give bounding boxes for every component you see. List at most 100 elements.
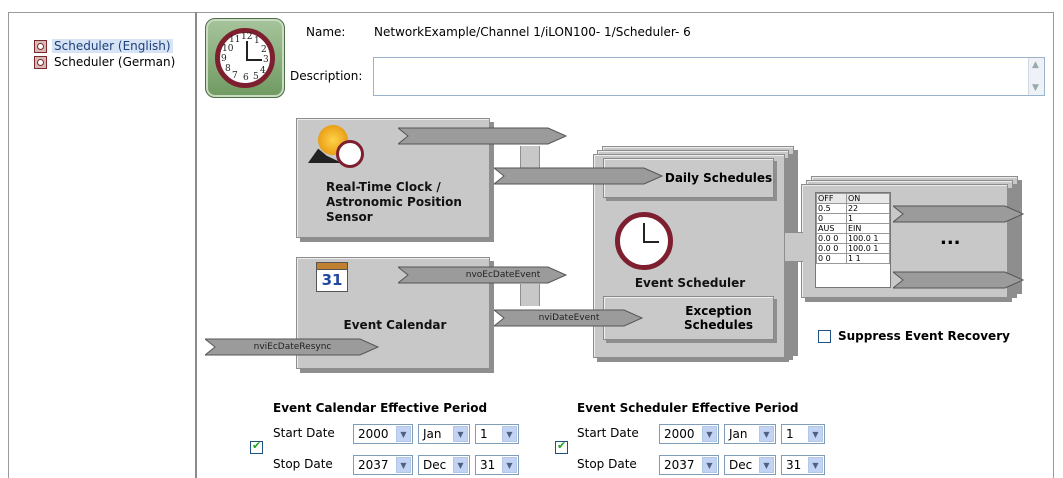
chevron-down-icon[interactable]: ▼ bbox=[808, 426, 823, 442]
rtc-title: Real-Time Clock / Astronomic Position Se… bbox=[326, 180, 462, 224]
table-cell: 0.5 bbox=[816, 203, 847, 214]
name-label: Name: bbox=[306, 25, 346, 39]
tree-item-scheduler-english[interactable]: Scheduler (English) bbox=[34, 38, 173, 54]
calendar-start-label: Start Date bbox=[273, 426, 335, 440]
select-value: 2000 bbox=[664, 427, 695, 441]
select-value: 2037 bbox=[664, 458, 695, 472]
nvo-date-event-label: nvoEcDateEvent bbox=[465, 270, 541, 280]
description-field[interactable]: ▲ ▼ bbox=[373, 57, 1045, 96]
scheduler-period-title: Event Scheduler Effective Period bbox=[577, 401, 799, 415]
description-label: Description: bbox=[290, 69, 363, 83]
clock-number: 5 bbox=[253, 72, 259, 82]
clock-number: 1 bbox=[254, 36, 260, 46]
clock-number: 9 bbox=[221, 54, 227, 64]
suppress-event-recovery-checkbox[interactable] bbox=[818, 330, 831, 343]
calendar-period-checkbox[interactable] bbox=[250, 439, 263, 454]
scheduler-stop-year-select[interactable]: 2037 ▼ bbox=[659, 455, 719, 475]
clock-number: 3 bbox=[263, 55, 269, 65]
clock-number: 8 bbox=[225, 64, 231, 74]
calendar-icon-day: 31 bbox=[321, 271, 343, 289]
table-cell: 0.0 0 bbox=[816, 243, 847, 254]
table-cell: 0.0 0 bbox=[816, 233, 847, 244]
clock-number: 7 bbox=[232, 71, 238, 81]
scheduler-period-checkbox[interactable] bbox=[555, 439, 568, 454]
select-value: Jan bbox=[729, 427, 748, 441]
table-cell: OFF bbox=[816, 193, 847, 204]
table-cell: 22 bbox=[845, 203, 891, 214]
daily-schedules-label: Daily Schedules bbox=[664, 171, 773, 185]
pane-divider bbox=[195, 12, 197, 478]
chevron-down-icon[interactable]: ▼ bbox=[759, 457, 774, 473]
chevron-down-icon[interactable]: ▼ bbox=[702, 457, 717, 473]
nvi-date-resync-arrow: nviEcDateResync bbox=[205, 337, 380, 357]
nvi-date-event-arrow: nviDateEvent bbox=[494, 308, 644, 328]
nvo-date-event-arrow: nvoEcDateEvent bbox=[398, 265, 568, 285]
chevron-down-icon[interactable]: ▼ bbox=[453, 426, 468, 442]
exception-schedules-label: Exception Schedules bbox=[684, 304, 753, 332]
ellipsis-label: ... bbox=[940, 228, 961, 249]
chevron-down-icon[interactable]: ▼ bbox=[453, 457, 468, 473]
clock-number: 11 bbox=[229, 35, 241, 45]
scroll-up-icon[interactable]: ▲ bbox=[1032, 60, 1039, 70]
nvi-date-event-label: nviDateEvent bbox=[538, 313, 600, 323]
select-value: 31 bbox=[786, 458, 802, 472]
event-scheduler-title: Event Scheduler bbox=[634, 276, 746, 290]
table-cell: 0 0 bbox=[816, 253, 847, 264]
clock-number: 2 bbox=[261, 45, 267, 55]
clock-number: 6 bbox=[243, 73, 249, 83]
chevron-down-icon[interactable]: ▼ bbox=[808, 457, 823, 473]
onoff-table: OFF ON 0.5 22 01 AUS EIN 0.0 0 100.0 1 0.0 0… bbox=[815, 192, 891, 288]
select-value: 2000 bbox=[358, 427, 389, 441]
output-arrow-bottom bbox=[893, 270, 1025, 290]
chevron-down-icon[interactable]: ▼ bbox=[396, 457, 411, 473]
table-cell: EIN bbox=[845, 223, 891, 234]
clock-icon bbox=[336, 140, 364, 168]
select-value: Dec bbox=[729, 458, 753, 472]
name-value: NetworkExample/Channel 1/iLON100- 1/Sche… bbox=[374, 25, 691, 39]
scheduler-icon bbox=[34, 39, 47, 53]
rtc-to-daily-arrow bbox=[494, 166, 664, 186]
right-border bbox=[1053, 12, 1054, 478]
nvi-date-resync-label: nviEcDateResync bbox=[253, 342, 332, 352]
calendar-stop-label: Stop Date bbox=[273, 457, 333, 471]
scheduler-stop-day-select[interactable]: 31 ▼ bbox=[781, 455, 825, 475]
scheduler-stop-month-select[interactable]: Dec ▼ bbox=[724, 455, 776, 475]
scheduler-clock-button[interactable]: 12 1 2 3 4 5 6 7 8 9 10 11 bbox=[205, 18, 285, 98]
scheduler-start-year-select[interactable]: 2000 ▼ bbox=[659, 424, 719, 444]
select-value: 1 bbox=[480, 427, 488, 441]
connector-bar bbox=[520, 146, 540, 168]
rtc-output-arrow bbox=[398, 126, 568, 146]
description-scrollbar[interactable]: ▲ ▼ bbox=[1028, 58, 1044, 95]
calendar-period-title: Event Calendar Effective Period bbox=[273, 401, 488, 415]
table-cell: ON bbox=[845, 193, 891, 204]
suppress-event-recovery-label: Suppress Event Recovery bbox=[838, 329, 1010, 343]
calendar-start-year-select[interactable]: 2000 ▼ bbox=[353, 424, 413, 444]
scroll-down-icon[interactable]: ▼ bbox=[1032, 83, 1039, 93]
calendar-start-month-select[interactable]: Jan ▼ bbox=[418, 424, 470, 444]
clock-icon: 12 1 2 3 4 5 6 7 8 9 10 11 bbox=[215, 28, 275, 88]
select-value: 31 bbox=[480, 458, 496, 472]
select-value: Jan bbox=[423, 427, 442, 441]
chevron-down-icon[interactable]: ▼ bbox=[502, 426, 517, 442]
chevron-down-icon[interactable]: ▼ bbox=[502, 457, 517, 473]
table-cell: 1 1 bbox=[845, 253, 891, 264]
tree-item-label: Scheduler (German) bbox=[54, 55, 176, 69]
table-cell: 1 bbox=[845, 213, 891, 224]
scheduler-start-day-select[interactable]: 1 ▼ bbox=[781, 424, 825, 444]
clock-number: 10 bbox=[222, 44, 234, 54]
table-cell: 0 bbox=[816, 213, 847, 224]
scheduler-start-month-select[interactable]: Jan ▼ bbox=[724, 424, 776, 444]
top-border bbox=[8, 12, 1053, 13]
tree-item-scheduler-german[interactable]: Scheduler (German) bbox=[34, 54, 177, 70]
scheduler-icon bbox=[34, 55, 47, 69]
select-value: 1 bbox=[786, 427, 794, 441]
calendar-stop-month-select[interactable]: Dec ▼ bbox=[418, 455, 470, 475]
chevron-down-icon[interactable]: ▼ bbox=[702, 426, 717, 442]
calendar-stop-day-select[interactable]: 31 ▼ bbox=[475, 455, 519, 475]
calendar-icon: 31 bbox=[316, 262, 348, 292]
calendar-stop-year-select[interactable]: 2037 ▼ bbox=[353, 455, 413, 475]
calendar-start-day-select[interactable]: 1 ▼ bbox=[475, 424, 519, 444]
chevron-down-icon[interactable]: ▼ bbox=[759, 426, 774, 442]
chevron-down-icon[interactable]: ▼ bbox=[396, 426, 411, 442]
select-value: Dec bbox=[423, 458, 447, 472]
